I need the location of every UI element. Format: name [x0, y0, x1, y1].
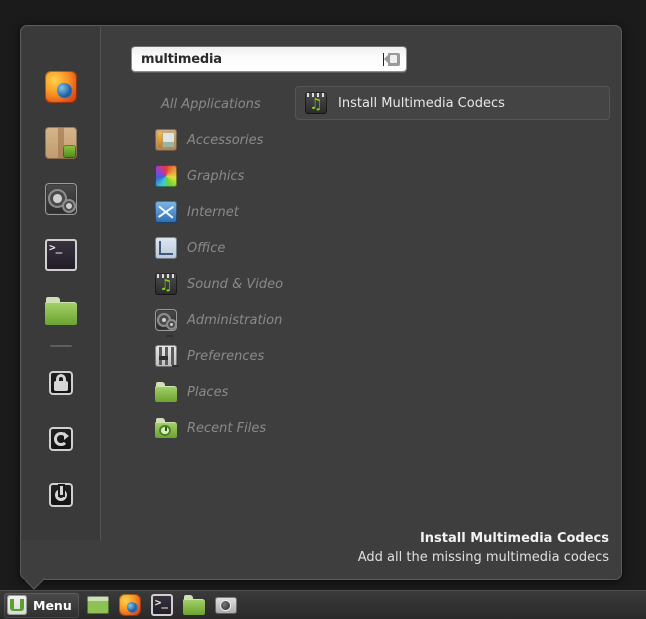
category-label: All Applications — [161, 96, 261, 112]
category-label: Graphics — [187, 168, 245, 184]
category-item-administration[interactable]: Administration — [131, 302, 301, 338]
office-icon — [155, 237, 177, 259]
search-results-list: Install Multimedia Codecs — [295, 86, 610, 120]
category-label: Places — [187, 384, 229, 400]
status-area: Install Multimedia Codecs Add all the mi… — [358, 529, 609, 567]
graphics-icon — [155, 165, 177, 187]
clear-entry-icon[interactable] — [384, 52, 400, 66]
taskbar-item-firefox[interactable] — [117, 593, 143, 617]
category-item-accessories[interactable]: Accessories — [131, 122, 301, 158]
category-item-recent-files[interactable]: Recent Files — [131, 410, 301, 446]
application-menu-window: multimedia All Applications Accessories … — [20, 25, 622, 580]
sound-video-icon — [305, 92, 327, 114]
sidebar-separator — [50, 345, 72, 347]
sidebar-item-system-settings[interactable] — [22, 171, 100, 227]
logout-icon — [49, 427, 73, 451]
category-item-graphics[interactable]: Graphics — [131, 158, 301, 194]
places-folder-icon — [155, 381, 177, 403]
category-item-places[interactable]: Places — [131, 374, 301, 410]
sidebar-item-logout[interactable] — [22, 411, 100, 467]
taskbar-item-show-desktop[interactable] — [85, 593, 111, 617]
category-label: Recent Files — [187, 420, 267, 436]
category-item-preferences[interactable]: Preferences — [131, 338, 301, 374]
linux-mint-logo-icon — [7, 595, 27, 615]
accessories-icon — [155, 129, 177, 151]
sidebar-item-firefox[interactable] — [22, 59, 100, 115]
lock-screen-icon — [49, 371, 73, 395]
search-field-wrapper: multimedia — [131, 46, 407, 72]
category-label: Accessories — [187, 132, 264, 148]
category-item-all-applications[interactable]: All Applications — [131, 86, 301, 122]
firefox-icon — [118, 594, 141, 616]
recent-files-icon — [155, 417, 177, 439]
category-label: Sound & Video — [187, 276, 284, 292]
sidebar-item-files[interactable] — [22, 283, 100, 339]
terminal-icon — [45, 239, 77, 271]
category-item-sound-video[interactable]: Sound & Video — [131, 266, 301, 302]
show-desktop-icon — [86, 596, 109, 614]
taskbar-item-screenshot[interactable] — [213, 593, 239, 617]
taskbar-item-terminal[interactable] — [149, 593, 175, 617]
menu-button-label: Menu — [33, 597, 72, 613]
category-list: All Applications Accessories Graphics In… — [131, 86, 301, 446]
desktop: multimedia All Applications Accessories … — [0, 0, 646, 619]
preferences-icon — [155, 345, 177, 367]
category-label: Preferences — [187, 348, 265, 364]
menu-button[interactable]: Menu — [4, 592, 79, 618]
internet-icon — [155, 201, 177, 223]
status-title: Install Multimedia Codecs — [419, 531, 609, 546]
files-folder-icon — [45, 295, 77, 327]
category-label: Internet — [187, 204, 239, 220]
screenshot-camera-icon — [214, 596, 237, 614]
software-manager-icon — [45, 127, 77, 159]
shutdown-power-icon — [49, 483, 73, 507]
firefox-icon — [45, 71, 77, 103]
category-label: Office — [187, 240, 226, 256]
system-settings-icon — [45, 183, 77, 215]
search-input-value: multimedia — [141, 51, 222, 67]
files-folder-icon — [182, 594, 205, 616]
menu-sidebar — [22, 27, 101, 540]
category-item-office[interactable]: Office — [131, 230, 301, 266]
administration-icon — [155, 309, 177, 331]
category-label: Administration — [187, 312, 283, 328]
status-description: Add all the missing multimedia codecs — [357, 550, 609, 565]
search-input[interactable]: multimedia — [131, 46, 407, 72]
sidebar-item-software-manager[interactable] — [22, 115, 100, 171]
application-item-install-multimedia-codecs[interactable]: Install Multimedia Codecs — [295, 86, 610, 120]
terminal-icon — [150, 594, 173, 616]
sound-video-icon — [155, 273, 177, 295]
taskbar-item-files[interactable] — [181, 593, 207, 617]
sidebar-item-terminal[interactable] — [22, 227, 100, 283]
taskbar: Menu — [0, 590, 646, 619]
sidebar-item-shutdown[interactable] — [22, 467, 100, 523]
category-item-internet[interactable]: Internet — [131, 194, 301, 230]
sidebar-item-lock-screen[interactable] — [22, 355, 100, 411]
application-label: Install Multimedia Codecs — [338, 95, 505, 111]
